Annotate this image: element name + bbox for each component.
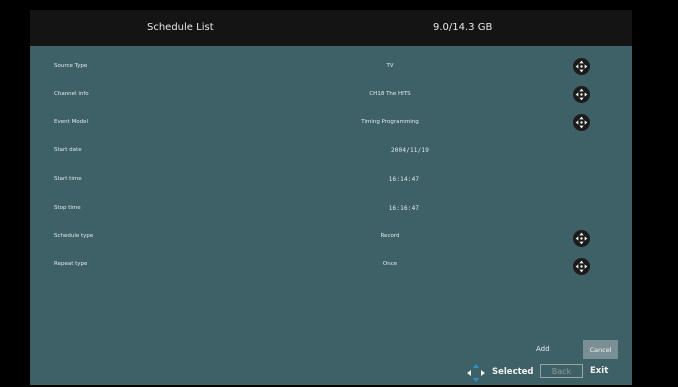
row-label: Repeat type xyxy=(54,261,88,267)
row-schedule-type[interactable]: Schedule type Record xyxy=(30,228,632,248)
page-title: Schedule List xyxy=(147,22,214,33)
row-value: TV xyxy=(386,63,394,69)
dpad-arrows-icon[interactable] xyxy=(573,114,590,131)
row-label: Event Model xyxy=(54,119,89,125)
row-label: Schedule type xyxy=(54,233,94,239)
dpad-arrows-icon[interactable] xyxy=(573,230,590,247)
dpad-arrows-icon[interactable] xyxy=(573,58,590,75)
row-label: Channel info xyxy=(54,91,89,97)
row-channel-info[interactable]: Channel info CH18 The HITS xyxy=(30,86,632,106)
row-value: Once xyxy=(382,261,398,267)
selected-hint: Selected xyxy=(492,367,534,377)
row-value: 2004/11/19 xyxy=(390,147,430,154)
dpad-navigation-icon xyxy=(466,363,486,387)
header-bar: Schedule List 9.0/14.3 GB xyxy=(30,10,632,46)
row-repeat-type[interactable]: Repeat type Once xyxy=(30,256,632,276)
row-value: 16:16:47 xyxy=(388,205,420,212)
row-value: 16:14:47 xyxy=(388,176,420,183)
row-event-model[interactable]: Event Model Timing Programming xyxy=(30,114,632,134)
exit-button[interactable]: Exit xyxy=(590,366,608,376)
row-label: Source Type xyxy=(54,63,88,69)
row-stop-time[interactable]: Stop time 16:16:47 xyxy=(30,200,632,220)
back-button[interactable]: Back xyxy=(540,364,583,378)
add-button[interactable]: Add xyxy=(536,345,550,353)
dpad-arrows-icon[interactable] xyxy=(573,258,590,275)
row-start-time[interactable]: Start time 16:14:47 xyxy=(30,171,632,191)
row-start-date[interactable]: Start date 2004/11/19 xyxy=(30,142,632,162)
row-label: Stop time xyxy=(54,205,81,211)
cancel-button[interactable]: Cancel xyxy=(583,340,618,359)
row-value: Timing Programming xyxy=(361,119,419,125)
storage-indicator: 9.0/14.3 GB xyxy=(433,22,493,33)
row-label: Start date xyxy=(54,147,82,153)
schedule-panel: Schedule List 9.0/14.3 GB Source Type TV… xyxy=(30,10,632,385)
row-value: CH18 The HITS xyxy=(369,91,411,97)
footer-bar: Add Cancel Selected Back Exit xyxy=(30,340,632,385)
row-label: Start time xyxy=(54,176,82,182)
row-source-type[interactable]: Source Type TV xyxy=(30,58,632,78)
row-value: Record xyxy=(380,233,400,239)
dpad-arrows-icon[interactable] xyxy=(573,86,590,103)
